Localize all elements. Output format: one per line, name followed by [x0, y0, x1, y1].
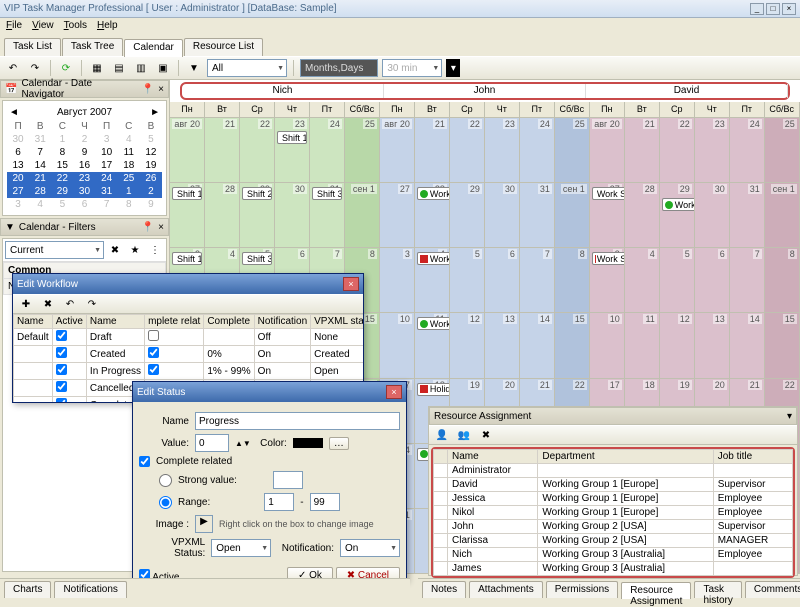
calendar-event[interactable]: Shift 2	[242, 187, 272, 200]
panel-close-icon[interactable]: ×	[158, 222, 164, 233]
calendar-event[interactable]: Work Shift 2nd	[417, 187, 450, 200]
tab-taskhistory[interactable]: Task history	[694, 581, 741, 598]
filter-icon: ▼	[5, 222, 15, 233]
filter-icon[interactable]: ▼	[185, 59, 203, 77]
calendar-event[interactable]: Shift 1	[277, 131, 307, 144]
filter-btn2[interactable]: ★	[126, 241, 144, 259]
view1-icon[interactable]: ▦	[88, 59, 106, 77]
bottom-tabs-right: Notes Attachments Permissions Resource A…	[418, 578, 800, 600]
calendar-icon: 📅	[5, 84, 17, 95]
refresh-icon[interactable]: ⟳	[57, 59, 75, 77]
tab-notifications[interactable]: Notifications	[54, 581, 126, 598]
titlebar: VIP Task Manager Professional [ User : A…	[0, 0, 800, 18]
strong-field[interactable]	[273, 471, 303, 489]
tab-charts[interactable]: Charts	[4, 581, 51, 598]
tab-tasktree[interactable]: Task Tree	[62, 38, 123, 56]
nav-header: 📅 Calendar - Date Navigator 📍 ×	[0, 80, 169, 98]
tab-calendar[interactable]: Calendar	[124, 39, 183, 57]
tab-attachments[interactable]: Attachments	[469, 581, 543, 598]
interval-dropdown[interactable]: 30 min	[382, 59, 442, 77]
view3-icon[interactable]: ▥	[132, 59, 150, 77]
close-icon[interactable]: ×	[386, 385, 402, 399]
range-to[interactable]	[310, 493, 340, 511]
pin-icon[interactable]: 📍	[142, 222, 154, 233]
menubar: File View Tools Help	[0, 18, 800, 36]
calendar-event[interactable]: Shift 1	[172, 187, 202, 200]
image-box[interactable]: ▶	[195, 515, 213, 533]
menu-view[interactable]: View	[32, 20, 54, 34]
wf-btn3[interactable]: ↶	[61, 295, 79, 313]
rs-btn3[interactable]: ✖	[477, 426, 495, 444]
app-title: VIP Task Manager Professional [ User : A…	[4, 3, 750, 14]
calendar-event[interactable]: Shift 3	[312, 187, 342, 200]
calendar-event[interactable]: Work Shift 2nd	[417, 252, 450, 265]
wf-btn4[interactable]: ↷	[83, 295, 101, 313]
redo-icon[interactable]: ↷	[26, 59, 44, 77]
calendar-event[interactable]: Work Shift 1st	[662, 198, 695, 211]
timescale-dropdown[interactable]: Months,Days	[300, 59, 378, 77]
window-buttons: _ □ ×	[750, 3, 796, 15]
close-button[interactable]: ×	[782, 3, 796, 15]
prev-month-icon[interactable]: ◄	[9, 107, 19, 118]
calendar-event[interactable]: Work Shift 2nd	[592, 187, 625, 200]
date-navigator[interactable]: ◄Август 2007► ПВСЧПСВ3031123456789101112…	[2, 100, 167, 216]
panel-close-icon[interactable]: ×	[158, 84, 164, 95]
notif-dropdown[interactable]: On	[340, 539, 400, 557]
menu-file[interactable]: File	[6, 20, 22, 34]
name-field[interactable]	[195, 412, 400, 430]
range-radio[interactable]	[159, 496, 172, 509]
filters-header: ▼ Calendar - Filters 📍 ×	[0, 218, 169, 236]
filter-btn3[interactable]: ⋮	[146, 241, 164, 259]
calendar-event[interactable]: Work Shift 2nd	[417, 317, 450, 330]
color-swatch[interactable]	[293, 438, 323, 448]
toolbar: ↶ ↷ ⟳ ▦ ▤ ▥ ▣ ▼ All Months,Days 30 min ▾	[0, 56, 800, 80]
view2-icon[interactable]: ▤	[110, 59, 128, 77]
wf-btn2[interactable]: ✖	[39, 295, 57, 313]
calendar-event[interactable]: Work Shift 1st	[592, 252, 625, 265]
panel-menu-icon[interactable]: ▾	[787, 411, 792, 422]
calendar-event[interactable]: Holidays	[417, 383, 450, 396]
pin-icon[interactable]: 📍	[142, 84, 154, 95]
close-icon[interactable]: ×	[343, 277, 359, 291]
vpxml-dropdown[interactable]: Open	[211, 539, 271, 557]
color-more[interactable]: …	[329, 437, 349, 450]
filter-all[interactable]: All	[207, 59, 287, 77]
menu-help[interactable]: Help	[97, 20, 118, 34]
view4-icon[interactable]: ▣	[154, 59, 172, 77]
menu-tools[interactable]: Tools	[64, 20, 87, 34]
resource-header: Nich John David	[180, 82, 790, 100]
calendar-event[interactable]: Shift 3	[242, 252, 272, 265]
range-from[interactable]	[264, 493, 294, 511]
resource-david[interactable]: David	[586, 84, 788, 98]
rs-btn2[interactable]: 👥	[455, 426, 473, 444]
value-field[interactable]	[195, 434, 229, 452]
minimize-button[interactable]: _	[750, 3, 764, 15]
tab-notes[interactable]: Notes	[422, 581, 466, 598]
rs-btn1[interactable]: 👤	[433, 426, 451, 444]
tab-tasklist[interactable]: Task List	[4, 38, 61, 56]
undo-icon[interactable]: ↶	[4, 59, 22, 77]
resource-nich[interactable]: Nich	[182, 84, 384, 98]
complete-related-check[interactable]	[139, 456, 150, 467]
interval-btn[interactable]: ▾	[446, 59, 460, 77]
resource-john[interactable]: John	[384, 84, 586, 98]
tab-rsrc-assign[interactable]: Resource Assignment	[621, 582, 691, 599]
main-tabs: Task List Task Tree Calendar Resource Li…	[0, 36, 800, 56]
wf-btn1[interactable]: ✚	[17, 295, 35, 313]
filter-current[interactable]: Current	[5, 241, 104, 259]
bottom-tabs-left: Charts Notifications	[0, 578, 410, 600]
next-month-icon[interactable]: ►	[150, 107, 160, 118]
strong-radio[interactable]	[159, 474, 172, 487]
edit-status-dialog: Edit Status× Name Value:▲▼ Color:… Compl…	[132, 381, 407, 581]
filter-btn1[interactable]: ✖	[106, 241, 124, 259]
resource-assignment-panel: Resource Assignment▾ 👤 👥 ✖ NameDepartmen…	[428, 406, 798, 576]
maximize-button[interactable]: □	[766, 3, 780, 15]
calendar-event[interactable]: Shift 1	[172, 252, 202, 265]
tab-resourcelist[interactable]: Resource List	[184, 38, 263, 56]
tab-comments[interactable]: Comments	[745, 581, 800, 598]
tab-permissions[interactable]: Permissions	[546, 581, 618, 598]
